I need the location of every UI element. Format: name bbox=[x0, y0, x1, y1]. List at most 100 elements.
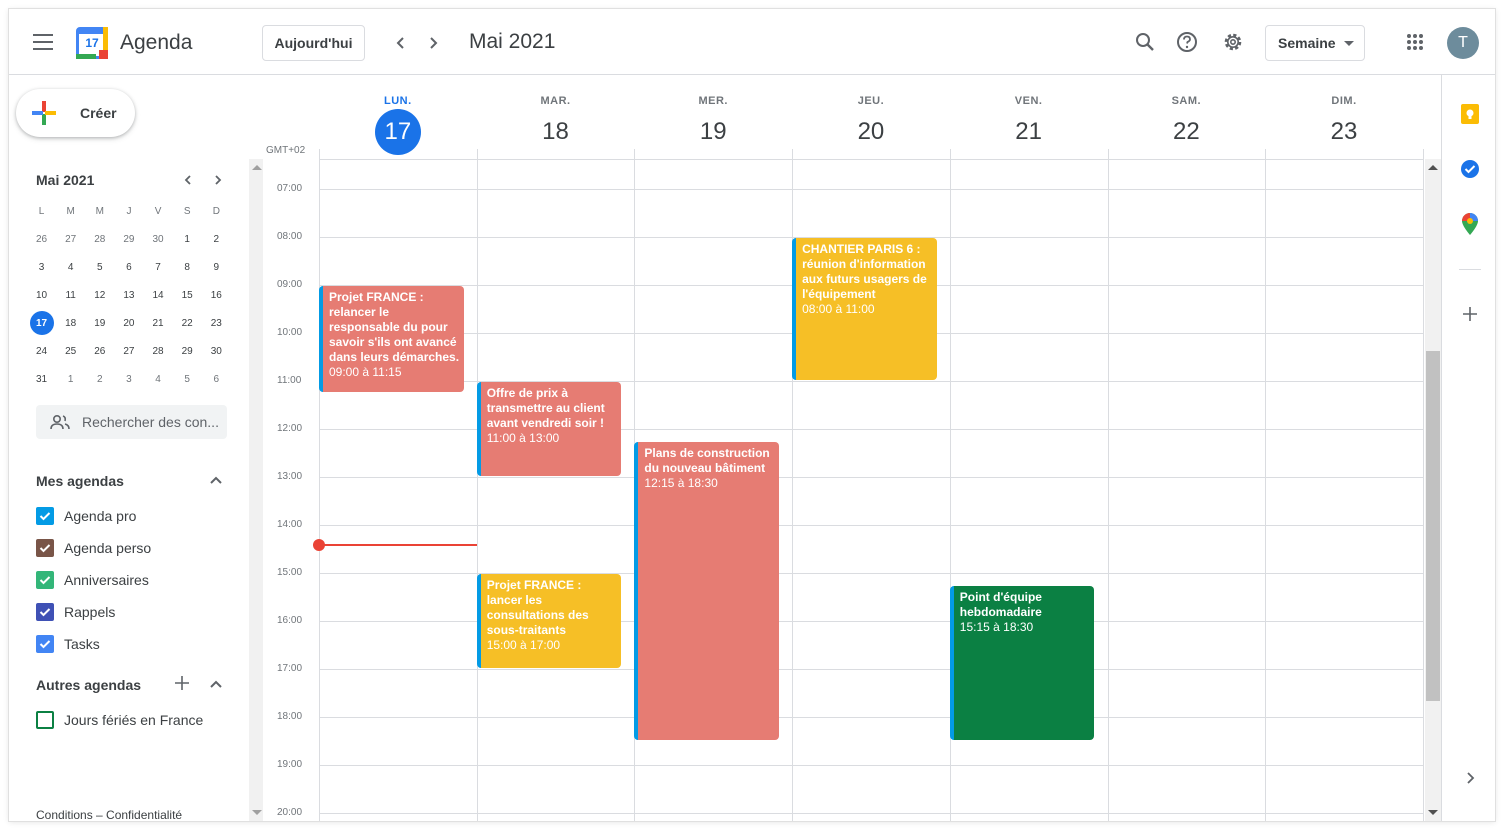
time-grid[interactable]: 07:00 08:00 09:00 10:00 11:00 12:00 13:00 14:00… bbox=[263, 160, 1441, 821]
calendar-event[interactable]: CHANTIER PARIS 6 : réunion d'information… bbox=[792, 237, 937, 380]
mini-day[interactable]: 5 bbox=[173, 367, 202, 391]
chevron-left-icon[interactable] bbox=[389, 31, 413, 55]
other-calendars-title[interactable]: Autres agendas bbox=[36, 677, 141, 693]
tasks-icon[interactable] bbox=[1459, 158, 1481, 180]
mini-next-month-icon[interactable] bbox=[208, 170, 228, 190]
create-button[interactable]: Créer bbox=[16, 89, 135, 137]
calendar-item[interactable]: Tasks bbox=[36, 632, 100, 656]
checkbox-checked-icon[interactable] bbox=[36, 507, 54, 525]
scroll-down-icon[interactable] bbox=[252, 810, 262, 815]
mini-day[interactable]: 23 bbox=[202, 311, 231, 335]
mini-day[interactable]: 14 bbox=[144, 283, 173, 307]
mini-day[interactable]: 18 bbox=[56, 311, 85, 335]
people-search-input[interactable]: Rechercher des con... bbox=[36, 405, 227, 439]
checkbox-checked-icon[interactable] bbox=[36, 539, 54, 557]
mini-day[interactable]: 6 bbox=[114, 255, 143, 279]
mini-day[interactable]: 30 bbox=[202, 339, 231, 363]
mini-day[interactable]: 21 bbox=[144, 311, 173, 335]
day-number[interactable]: 17 bbox=[374, 109, 421, 155]
day-number[interactable]: 19 bbox=[690, 109, 736, 155]
avatar[interactable]: T bbox=[1447, 27, 1479, 59]
mini-day[interactable]: 24 bbox=[27, 339, 56, 363]
checkbox-checked-icon[interactable] bbox=[36, 571, 54, 589]
add-calendar-icon[interactable] bbox=[172, 673, 192, 693]
mini-day[interactable]: 3 bbox=[27, 255, 56, 279]
mini-day[interactable]: 26 bbox=[85, 339, 114, 363]
mini-day[interactable]: 19 bbox=[85, 311, 114, 335]
mini-day[interactable]: 29 bbox=[114, 227, 143, 251]
mini-day[interactable]: 12 bbox=[85, 283, 114, 307]
mini-day[interactable]: 11 bbox=[56, 283, 85, 307]
mini-day[interactable]: 2 bbox=[85, 367, 114, 391]
calendar-event[interactable]: Plans de construction du nouveau bâtimen… bbox=[634, 441, 780, 740]
menu-icon[interactable] bbox=[33, 34, 53, 50]
mini-day[interactable]: 4 bbox=[56, 255, 85, 279]
mini-day[interactable]: 3 bbox=[114, 367, 143, 391]
chevron-up-icon[interactable] bbox=[206, 470, 226, 490]
week-scrollbar[interactable] bbox=[1425, 159, 1441, 821]
day-number[interactable]: 23 bbox=[1321, 109, 1367, 155]
sidebar-scrollbar[interactable] bbox=[249, 159, 263, 821]
add-addon-icon[interactable] bbox=[1459, 303, 1481, 325]
mini-day[interactable]: 29 bbox=[173, 339, 202, 363]
mini-day[interactable]: 7 bbox=[144, 255, 173, 279]
chevron-right-icon[interactable] bbox=[421, 31, 445, 55]
day-number[interactable]: 20 bbox=[848, 109, 894, 155]
mini-day[interactable]: 1 bbox=[56, 367, 85, 391]
mini-day[interactable]: 26 bbox=[27, 227, 56, 251]
maps-icon[interactable] bbox=[1459, 213, 1481, 235]
mini-day-today[interactable]: 17 bbox=[27, 311, 56, 335]
calendar-item[interactable]: Jours fériés en France bbox=[36, 708, 203, 732]
mini-day[interactable]: 22 bbox=[173, 311, 202, 335]
checkbox-checked-icon[interactable] bbox=[36, 635, 54, 653]
calendar-item[interactable]: Agenda pro bbox=[36, 504, 136, 528]
mini-day[interactable]: 10 bbox=[27, 283, 56, 307]
mini-day[interactable]: 16 bbox=[202, 283, 231, 307]
view-select[interactable]: Semaine bbox=[1265, 25, 1365, 61]
today-button[interactable]: Aujourd'hui bbox=[262, 25, 365, 61]
checkbox-unchecked-icon[interactable] bbox=[36, 711, 54, 729]
calendar-event[interactable]: Projet FRANCE : relancer le responsable … bbox=[319, 285, 464, 392]
mini-day[interactable]: 1 bbox=[173, 227, 202, 251]
day-number[interactable]: 21 bbox=[1006, 109, 1052, 155]
chevron-up-icon[interactable] bbox=[206, 674, 226, 694]
mini-day[interactable]: 30 bbox=[144, 227, 173, 251]
mini-prev-month-icon[interactable] bbox=[178, 170, 198, 190]
mini-day[interactable]: 27 bbox=[56, 227, 85, 251]
mini-day[interactable]: 6 bbox=[202, 367, 231, 391]
mini-day[interactable]: 5 bbox=[85, 255, 114, 279]
mini-day[interactable]: 20 bbox=[114, 311, 143, 335]
calendar-item[interactable]: Agenda perso bbox=[36, 536, 151, 560]
calendar-event[interactable]: Point d'équipe hebdomadaire 15:15 à 18:30 bbox=[949, 585, 1095, 740]
scroll-up-icon[interactable] bbox=[1428, 165, 1438, 170]
mini-day[interactable]: 9 bbox=[202, 255, 231, 279]
mini-day[interactable]: 4 bbox=[144, 367, 173, 391]
calendar-event[interactable]: Offre de prix à transmettre au client av… bbox=[476, 381, 622, 476]
footer-links[interactable]: Conditions – Confidentialité bbox=[36, 808, 182, 821]
mini-day[interactable]: 31 bbox=[27, 367, 56, 391]
mini-day[interactable]: 13 bbox=[114, 283, 143, 307]
keep-icon[interactable] bbox=[1459, 103, 1481, 125]
mini-day[interactable]: 2 bbox=[202, 227, 231, 251]
mini-day[interactable]: 25 bbox=[56, 339, 85, 363]
scroll-thumb[interactable] bbox=[1426, 351, 1440, 701]
calendar-item[interactable]: Rappels bbox=[36, 600, 115, 624]
checkbox-checked-icon[interactable] bbox=[36, 603, 54, 621]
calendar-item[interactable]: Anniversaires bbox=[36, 568, 149, 592]
mini-day[interactable]: 8 bbox=[173, 255, 202, 279]
mini-day[interactable]: 28 bbox=[144, 339, 173, 363]
scroll-up-icon[interactable] bbox=[252, 165, 262, 170]
apps-grid-icon[interactable] bbox=[1402, 29, 1428, 55]
my-calendars-title[interactable]: Mes agendas bbox=[36, 473, 124, 489]
day-number[interactable]: 18 bbox=[533, 109, 579, 155]
day-number[interactable]: 22 bbox=[1163, 109, 1209, 155]
help-icon[interactable] bbox=[1174, 29, 1200, 55]
mini-day[interactable]: 28 bbox=[85, 227, 114, 251]
expand-panel-icon[interactable] bbox=[1459, 767, 1481, 789]
search-icon[interactable] bbox=[1132, 29, 1158, 55]
scroll-down-icon[interactable] bbox=[1428, 810, 1438, 815]
mini-day[interactable]: 15 bbox=[173, 283, 202, 307]
settings-icon[interactable] bbox=[1220, 29, 1246, 55]
mini-day[interactable]: 27 bbox=[114, 339, 143, 363]
calendar-event[interactable]: Projet FRANCE : lancer les consultations… bbox=[476, 573, 622, 668]
